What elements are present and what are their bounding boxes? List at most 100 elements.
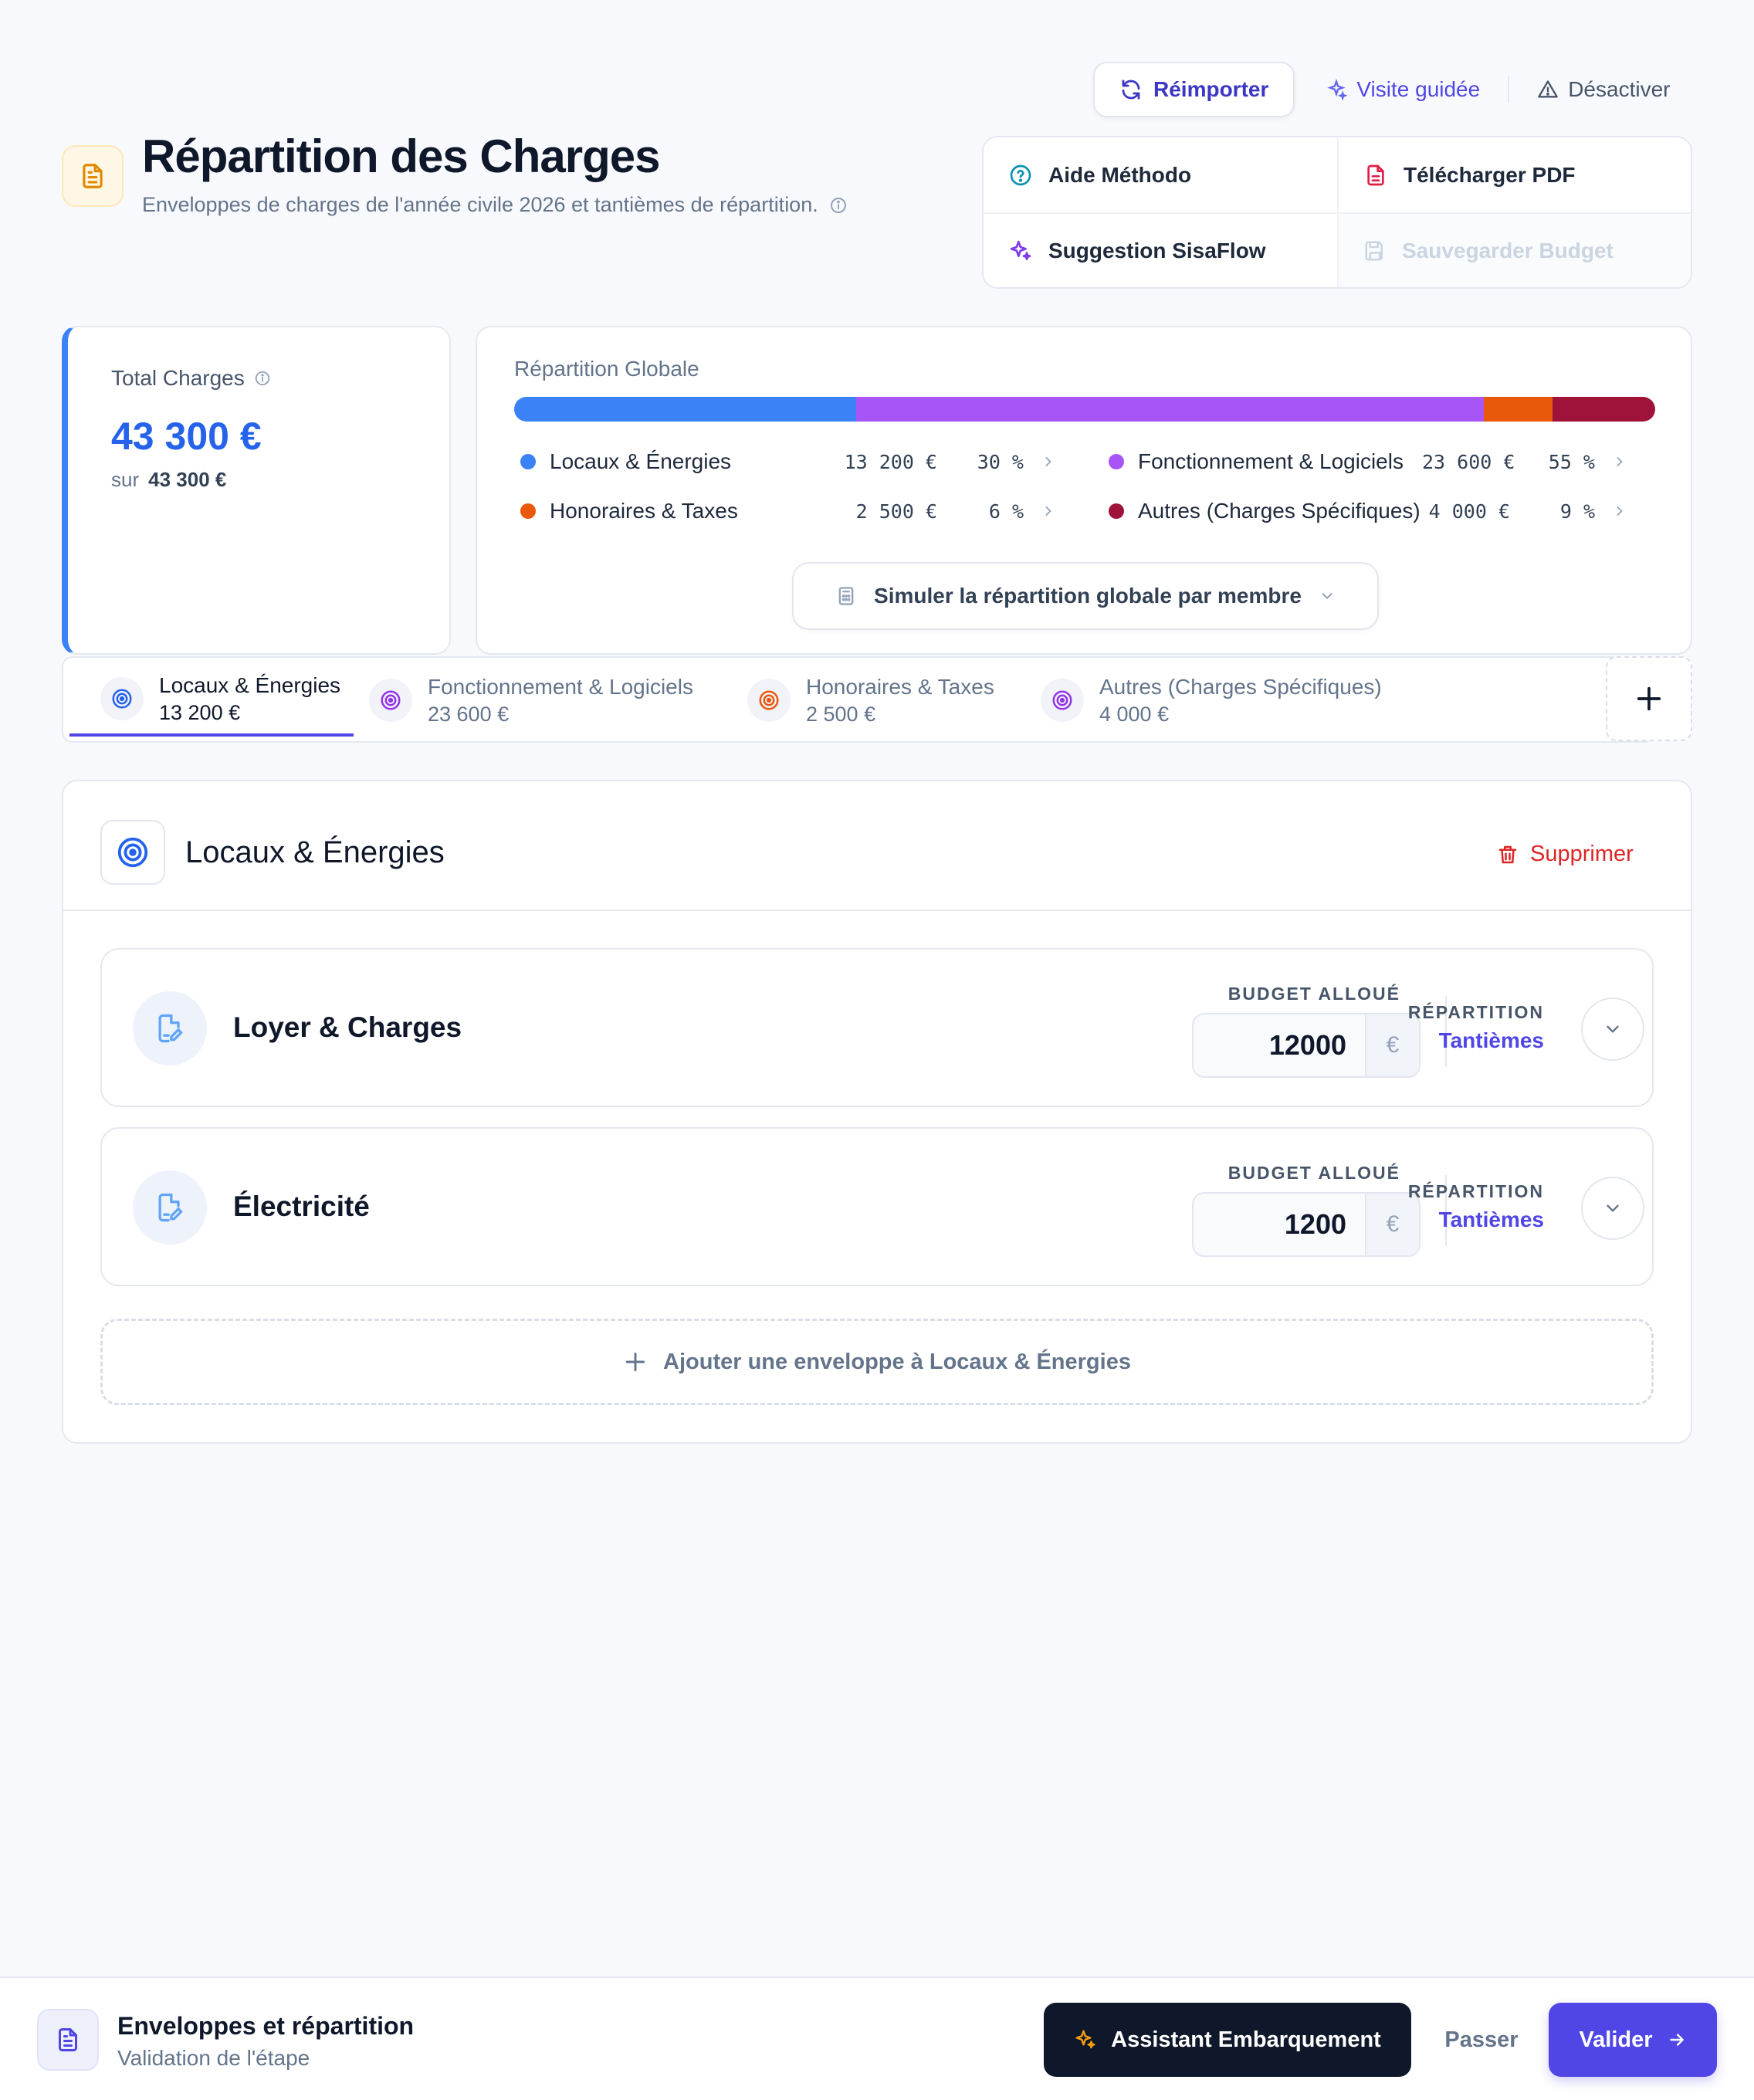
calculator-icon — [835, 585, 857, 607]
save-budget-button[interactable]: Sauvegarder Budget — [1337, 212, 1691, 287]
distribution-segment-autres — [1552, 397, 1655, 422]
add-envelope-button[interactable]: Ajouter une enveloppe à Locaux & Énergie… — [100, 1319, 1654, 1405]
document-icon — [78, 161, 107, 191]
category-panel-header: Locaux & Énergies Supprimer — [63, 781, 1691, 911]
category-panel: Locaux & Énergies Supprimer Loyer & Char… — [62, 780, 1692, 1444]
page-title: Répartition des Charges — [142, 130, 660, 182]
suggestion-sisaflow-label: Suggestion SisaFlow — [1048, 238, 1266, 262]
arrow-right-icon — [1667, 2030, 1687, 2050]
legend-item-honoraires[interactable]: Honoraires & Taxes 2 500 € 6 % — [520, 496, 1056, 527]
chevron-down-icon — [1319, 588, 1336, 605]
tab-amount: 2 500 € — [806, 702, 876, 726]
save-budget-label: Sauvegarder Budget — [1402, 238, 1613, 262]
file-edit-icon — [153, 1191, 187, 1224]
download-pdf-label: Télécharger PDF — [1404, 162, 1576, 187]
budget-value[interactable]: 12000 — [1194, 1014, 1365, 1076]
add-envelope-label: Ajouter une enveloppe à Locaux & Énergie… — [663, 1349, 1131, 1374]
total-charges-sub: sur 43 300 € — [111, 468, 226, 492]
chevron-right-icon — [1041, 503, 1056, 519]
total-charges-label: Total Charges — [111, 366, 271, 391]
tab-amount: 4 000 € — [1099, 702, 1170, 726]
legend-name: Honoraires & Taxes — [550, 499, 738, 523]
pdf-file-icon — [1363, 163, 1388, 188]
category-tabs: Locaux & Énergies 13 200 € Fonctionnemen… — [62, 656, 1655, 743]
assistant-button[interactable]: Assistant Embarquement — [1044, 2003, 1411, 2077]
target-icon — [115, 835, 151, 870]
validate-button[interactable]: Valider — [1549, 2003, 1717, 2077]
delete-category-button[interactable]: Supprimer — [1496, 842, 1634, 867]
global-distribution-label: Répartition Globale — [514, 357, 699, 381]
legend-amount: 23 600 € — [1422, 450, 1515, 473]
page-subtitle: Enveloppes de charges de l'année civile … — [142, 193, 848, 217]
plus-icon — [623, 1350, 648, 1374]
repartition-label: RÉPARTITION — [1407, 1002, 1544, 1022]
chevron-right-icon — [1612, 503, 1627, 519]
total-sub-value: 43 300 € — [148, 468, 227, 491]
skip-button[interactable]: Passer — [1424, 2003, 1539, 2077]
total-sub-prefix: sur — [111, 468, 140, 491]
expand-row-button[interactable] — [1581, 998, 1644, 1061]
global-distribution-card: Répartition Globale Locaux & Énergies 13… — [476, 326, 1692, 655]
distribution-segment-locaux — [514, 397, 857, 422]
download-pdf-button[interactable]: Télécharger PDF — [1337, 137, 1691, 212]
help-circle-icon — [1008, 163, 1033, 188]
legend-item-fonctionnement[interactable]: Fonctionnement & Logiciels 23 600 € 55 % — [1109, 446, 1627, 477]
sparkle-icon — [1326, 79, 1348, 100]
aide-methodo-button[interactable]: Aide Méthodo — [984, 137, 1337, 212]
delete-category-label: Supprimer — [1530, 842, 1634, 866]
tab-honoraires-taxes[interactable]: Honoraires & Taxes 2 500 € — [727, 664, 1013, 737]
legend-dot — [1109, 454, 1124, 469]
tab-text: Fonctionnement & Logiciels 23 600 € — [428, 675, 693, 727]
legend-amount: 2 500 € — [855, 500, 937, 523]
page-icon — [62, 145, 124, 207]
repartition-label: RÉPARTITION — [1407, 1181, 1544, 1201]
assistant-label: Assistant Embarquement — [1111, 2027, 1381, 2052]
plus-icon — [1634, 683, 1664, 714]
expand-row-button[interactable] — [1581, 1177, 1644, 1240]
deactivate-button[interactable]: Désactiver — [1520, 62, 1687, 117]
info-icon[interactable] — [829, 196, 848, 215]
category-title: Locaux & Énergies — [185, 835, 445, 869]
legend-name: Autres (Charges Spécifiques) — [1138, 499, 1420, 523]
refresh-icon — [1119, 78, 1143, 101]
repartition-value[interactable]: Tantièmes — [1373, 1028, 1544, 1053]
sparkles-icon — [1008, 239, 1033, 263]
reimport-button[interactable]: Réimporter — [1093, 62, 1295, 117]
legend-pct: 6 % — [988, 500, 1024, 523]
legend-pct: 9 % — [1559, 500, 1595, 523]
distribution-bar — [514, 397, 1655, 422]
sparkles-icon — [1074, 2028, 1097, 2051]
validate-label: Valider — [1579, 2027, 1653, 2052]
repartition-value[interactable]: Tantièmes — [1373, 1208, 1544, 1232]
legend-name: Fonctionnement & Logiciels — [1138, 449, 1404, 473]
simulate-distribution-label: Simuler la répartition globale par membr… — [874, 584, 1302, 608]
toolbar-divider — [1508, 76, 1510, 103]
line-icon — [133, 991, 207, 1065]
tab-amount: 23 600 € — [428, 702, 510, 726]
step-subtitle: Validation de l'étape — [117, 2046, 310, 2070]
guided-tour-button[interactable]: Visite guidée — [1309, 62, 1497, 117]
add-category-button[interactable] — [1606, 656, 1692, 741]
info-icon[interactable] — [254, 370, 271, 387]
tab-locaux-energies[interactable]: Locaux & Énergies 13 200 € — [69, 664, 354, 737]
budget-label: BUDGET ALLOUÉ — [1227, 984, 1400, 1004]
tab-autres-charges[interactable]: Autres (Charges Spécifiques) 4 000 € — [1021, 664, 1430, 737]
action-grid: Aide Méthodo Télécharger PDF Suggestion … — [982, 136, 1692, 289]
tab-fonctionnement-logiciels[interactable]: Fonctionnement & Logiciels 23 600 € — [349, 664, 712, 737]
aide-methodo-label: Aide Méthodo — [1048, 162, 1192, 187]
legend-item-locaux[interactable]: Locaux & Énergies 13 200 € 30 % — [520, 446, 1056, 477]
total-charges-value: 43 300 € — [111, 415, 262, 458]
budget-value[interactable]: 1200 — [1194, 1194, 1365, 1255]
warning-icon — [1537, 79, 1559, 100]
tab-amount: 13 200 € — [159, 700, 241, 724]
trash-icon — [1496, 843, 1519, 866]
target-icon — [369, 679, 412, 722]
simulate-distribution-button[interactable]: Simuler la répartition globale par membr… — [792, 562, 1379, 630]
suggestion-sisaflow-button[interactable]: Suggestion SisaFlow — [984, 212, 1337, 287]
legend-pct: 55 % — [1548, 450, 1595, 473]
legend-amount: 4 000 € — [1428, 500, 1510, 523]
legend-item-autres[interactable]: Autres (Charges Spécifiques) 4 000 € 9 % — [1109, 496, 1627, 527]
deactivate-label: Désactiver — [1568, 77, 1671, 101]
legend-dot — [1109, 503, 1124, 519]
target-icon — [747, 679, 791, 722]
